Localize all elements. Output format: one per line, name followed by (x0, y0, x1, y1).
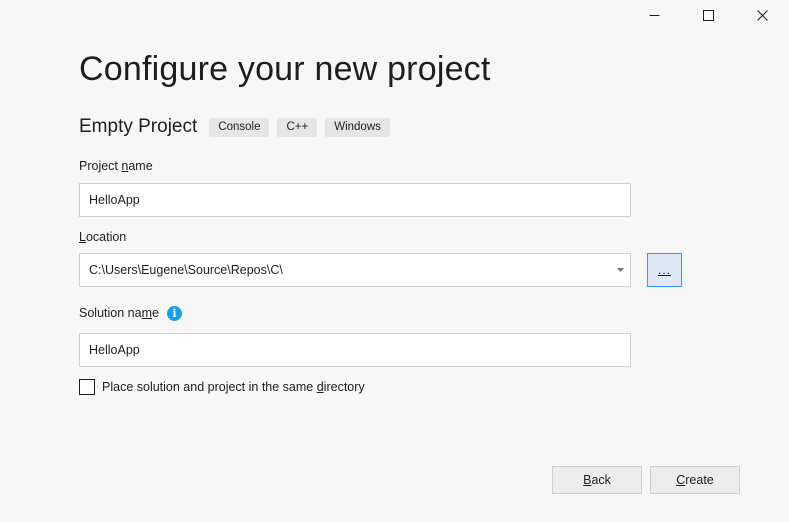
location-value: C:\Users\Eugene\Source\Repos\C\ (89, 263, 283, 277)
minimize-icon (649, 14, 659, 16)
dropdown-arrow-icon[interactable] (610, 268, 630, 272)
tag-console: Console (209, 117, 270, 137)
template-name: Empty Project (79, 116, 198, 137)
same-directory-checkbox[interactable] (79, 379, 95, 395)
create-button[interactable]: Create (650, 466, 740, 494)
tag-windows: Windows (325, 117, 390, 137)
solution-name-label: Solution name i (79, 306, 182, 322)
project-name-label: Project name (79, 159, 153, 173)
tag-cpp: C++ (277, 117, 318, 137)
window-controls (627, 0, 789, 30)
close-button[interactable] (735, 0, 789, 30)
page-title: Configure your new project (79, 50, 491, 88)
solution-name-input[interactable] (79, 333, 631, 367)
minimize-button[interactable] (627, 0, 681, 30)
close-icon (756, 9, 768, 21)
same-directory-label: Place solution and project in the same d… (102, 380, 365, 394)
location-label: Location (79, 230, 127, 244)
location-combobox[interactable]: C:\Users\Eugene\Source\Repos\C\ (79, 253, 631, 287)
back-button[interactable]: Back (552, 466, 642, 494)
project-name-input[interactable] (79, 183, 631, 217)
template-summary: Empty Project Console C++ Windows (79, 116, 398, 138)
maximize-button[interactable] (681, 0, 735, 30)
maximize-icon (702, 9, 714, 21)
browse-button[interactable]: ... (647, 253, 682, 287)
info-icon[interactable]: i (166, 306, 182, 322)
same-directory-option[interactable]: Place solution and project in the same d… (79, 379, 365, 395)
